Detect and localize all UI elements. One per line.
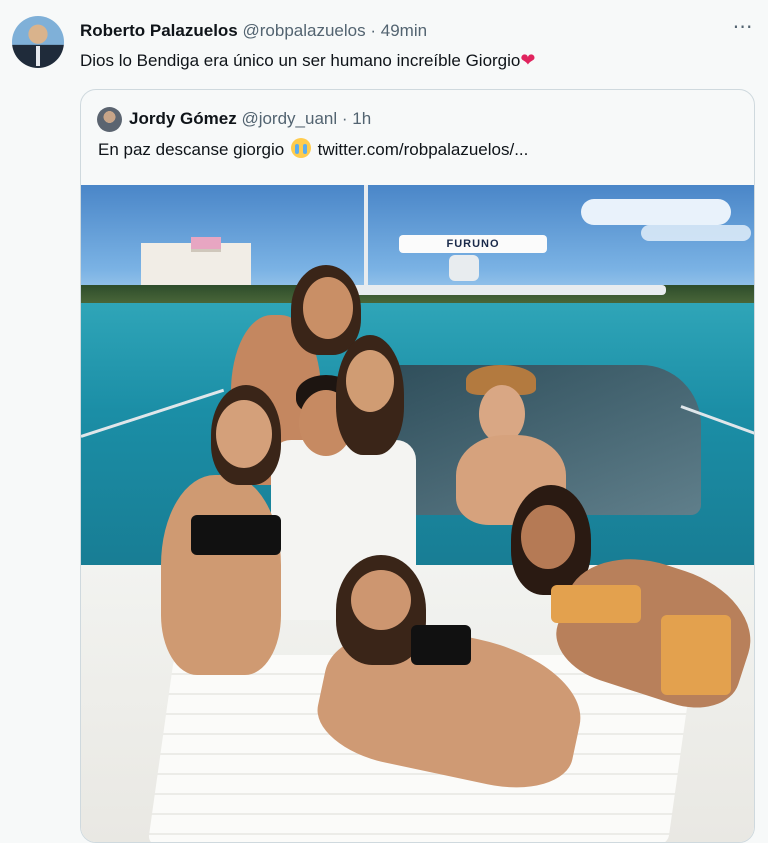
tweet-text-body: Dios lo Bendiga era único un ser humano … — [80, 51, 521, 70]
photo-radar-sign: FURUNO — [399, 235, 547, 253]
quoted-tweet-text: En paz descanse giorgio twitter.com/robp… — [98, 137, 528, 163]
photo-bikini — [551, 585, 641, 623]
photo-hotel-sign — [191, 237, 221, 252]
photo-person — [161, 475, 281, 675]
separator-dot: · — [341, 109, 348, 128]
photo-face — [303, 277, 353, 339]
more-icon[interactable]: ⋯ — [730, 17, 756, 42]
separator-dot: · — [370, 21, 377, 40]
photo-face — [346, 350, 394, 412]
quoted-link[interactable]: twitter.com/robpalazuelos/... — [318, 140, 529, 159]
author-avatar[interactable] — [12, 16, 64, 68]
photo-radar-dome — [449, 255, 479, 281]
photo-face — [216, 400, 272, 468]
photo-face — [351, 570, 411, 630]
tweet-timestamp[interactable]: 49min — [381, 21, 427, 40]
quoted-timestamp[interactable]: 1h — [352, 109, 371, 128]
tweet-header: Roberto Palazuelos @robpalazuelos · 49mi… — [80, 19, 427, 43]
photo-bikini — [191, 515, 281, 555]
quoted-text-body: En paz descanse giorgio — [98, 140, 285, 159]
photo-cloud — [641, 225, 751, 241]
photo-bikini — [411, 625, 471, 665]
quoted-tweet[interactable]: Jordy Gómez @jordy_uanl · 1h En paz desc… — [80, 89, 755, 843]
author-handle[interactable]: @robpalazuelos — [243, 21, 366, 40]
author-name[interactable]: Roberto Palazuelos — [80, 21, 238, 40]
photo-bikini — [661, 615, 731, 695]
tweet[interactable]: Roberto Palazuelos @robpalazuelos · 49mi… — [0, 0, 768, 843]
quoted-author-avatar[interactable] — [97, 107, 122, 132]
photo-face — [521, 505, 575, 569]
quoted-author-name[interactable]: Jordy Gómez — [129, 109, 237, 128]
red-heart-emoji: ❤ — [520, 50, 536, 70]
quoted-tweet-header: Jordy Gómez @jordy_uanl · 1h — [129, 107, 371, 131]
quoted-photo[interactable]: FURUNO — [81, 185, 754, 842]
tweet-text: Dios lo Bendiga era único un ser humano … — [80, 47, 535, 74]
photo-mast — [364, 185, 368, 295]
photo-cloud — [581, 199, 731, 225]
quoted-author-handle[interactable]: @jordy_uanl — [241, 109, 337, 128]
photo-tbar — [346, 285, 666, 295]
crying-face-emoji — [290, 138, 311, 158]
